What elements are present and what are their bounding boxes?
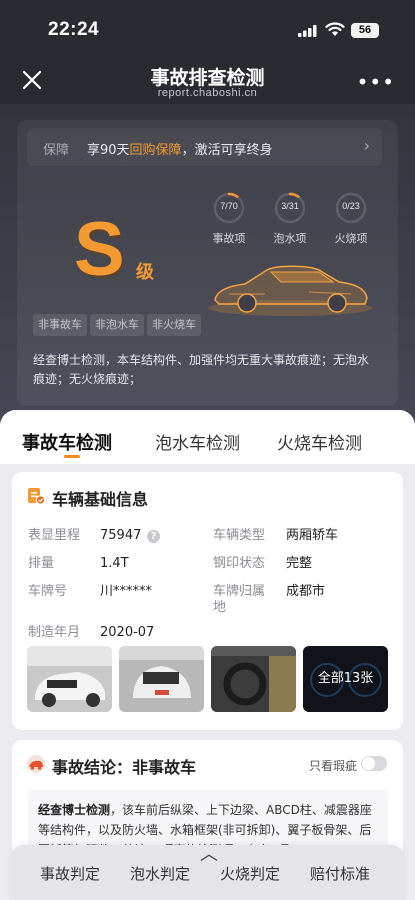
- vehicle-info-title: 车辆基础信息: [52, 490, 149, 509]
- grade-letter: S: [74, 207, 125, 292]
- accident-conclusion-title: 事故结论：非事故车: [52, 758, 197, 777]
- manufacture-date-label: 制造年月: [28, 625, 81, 640]
- nav-fire-judgement[interactable]: 火烧判定: [220, 863, 280, 884]
- nav-flood-judgement[interactable]: 泡水判定: [130, 863, 190, 884]
- accident-items-label: 事故项: [212, 232, 246, 245]
- more-icon[interactable]: •••: [357, 70, 395, 94]
- clock: 22:24: [48, 19, 100, 40]
- tag-non-fire: 非火烧车: [147, 314, 201, 336]
- tab-flood-check[interactable]: 泡水车检测: [155, 429, 240, 454]
- plate-region-value: 成都市: [286, 584, 326, 599]
- warranty-text: 享90天回购保障，激活可享终身: [87, 143, 273, 158]
- mileage-value: 75947: [100, 528, 142, 543]
- vehicle-type-label: 车辆类型: [213, 528, 266, 543]
- detail-sheet: 事故车检测 泡水车检测 火烧车检测 车辆基础信息 表显里程 75947 ? 车辆…: [0, 410, 415, 900]
- nav-accident-judgement[interactable]: 事故判定: [40, 863, 100, 884]
- help-icon[interactable]: ?: [147, 530, 160, 543]
- flood-items-label: 泡水项: [273, 232, 307, 245]
- wifi-icon: [325, 22, 345, 36]
- plate-region-label: 车牌归属地: [213, 584, 266, 615]
- car-crash-icon: [27, 755, 45, 773]
- grade-suffix: 级: [136, 262, 154, 283]
- battery-indicator: 56: [351, 23, 379, 38]
- warranty-label: 保障: [43, 143, 70, 158]
- stamp-status-label: 钢印状态: [213, 556, 266, 571]
- fire-items-ring: 0/23: [335, 192, 367, 224]
- plate-label: 车牌号: [28, 584, 68, 599]
- nav-compensation-standard[interactable]: 赔付标准: [310, 863, 370, 884]
- summary-description: 经查博士检测，本车结构件、加强件均无重大事故痕迹；无泡水痕迹；无火烧痕迹；: [33, 353, 370, 386]
- stamp-status-value: 完整: [286, 556, 313, 571]
- tag-non-flood: 非泡水车: [90, 314, 144, 336]
- fire-items-label: 火烧项: [334, 232, 368, 245]
- only-defects-label: 只看瑕疵: [308, 759, 357, 773]
- cellular-signal-icon: [298, 25, 317, 37]
- nav-bar: 事故排查检测 report.chaboshi.cn •••: [0, 58, 415, 104]
- tab-fire-check[interactable]: 火烧车检测: [277, 429, 362, 454]
- vehicle-type-value: 两厢轿车: [286, 528, 339, 543]
- displacement-value: 1.4T: [100, 556, 129, 571]
- all-photos-count: 全部13张: [303, 646, 388, 712]
- accident-items-ring: 7/70: [213, 192, 245, 224]
- displacement-label: 排量: [28, 556, 55, 571]
- detection-tabs: 事故车检测 泡水车检测 火烧车检测: [0, 410, 415, 464]
- vehicle-photo[interactable]: [211, 646, 296, 712]
- vehicle-photo[interactable]: [27, 646, 112, 712]
- vehicle-document-icon: [28, 488, 46, 505]
- vehicle-photo[interactable]: [119, 646, 204, 712]
- bottom-navigation: ︿ 事故判定 泡水判定 火烧判定 赔付标准: [10, 844, 405, 900]
- page-title: 事故排查检测: [150, 67, 265, 89]
- mileage-label: 表显里程: [28, 528, 81, 543]
- tag-non-accident: 非事故车: [33, 314, 87, 336]
- chevron-right-icon: ›: [363, 136, 370, 155]
- vehicle-photo-more[interactable]: 全部13张: [303, 646, 388, 712]
- flood-items-ring: 3/31: [274, 192, 306, 224]
- report-summary: 保障 享90天回购保障，激活可享终身 › S 级 7/70 事故项 3/31 泡…: [0, 104, 415, 424]
- active-tab-indicator: [64, 455, 80, 458]
- car-illustration: [208, 265, 372, 316]
- warranty-banner[interactable]: 保障 享90天回购保障，激活可享终身 ›: [27, 128, 382, 166]
- page-url: report.chaboshi.cn: [157, 87, 258, 99]
- only-defects-toggle[interactable]: [361, 756, 387, 771]
- status-bar: 22:24 56: [0, 0, 415, 58]
- plate-value: 川******: [100, 584, 153, 599]
- manufacture-date-value: 2020-07: [100, 625, 155, 640]
- chevron-up-icon[interactable]: ︿: [200, 840, 218, 866]
- tab-accident-check[interactable]: 事故车检测: [22, 429, 112, 455]
